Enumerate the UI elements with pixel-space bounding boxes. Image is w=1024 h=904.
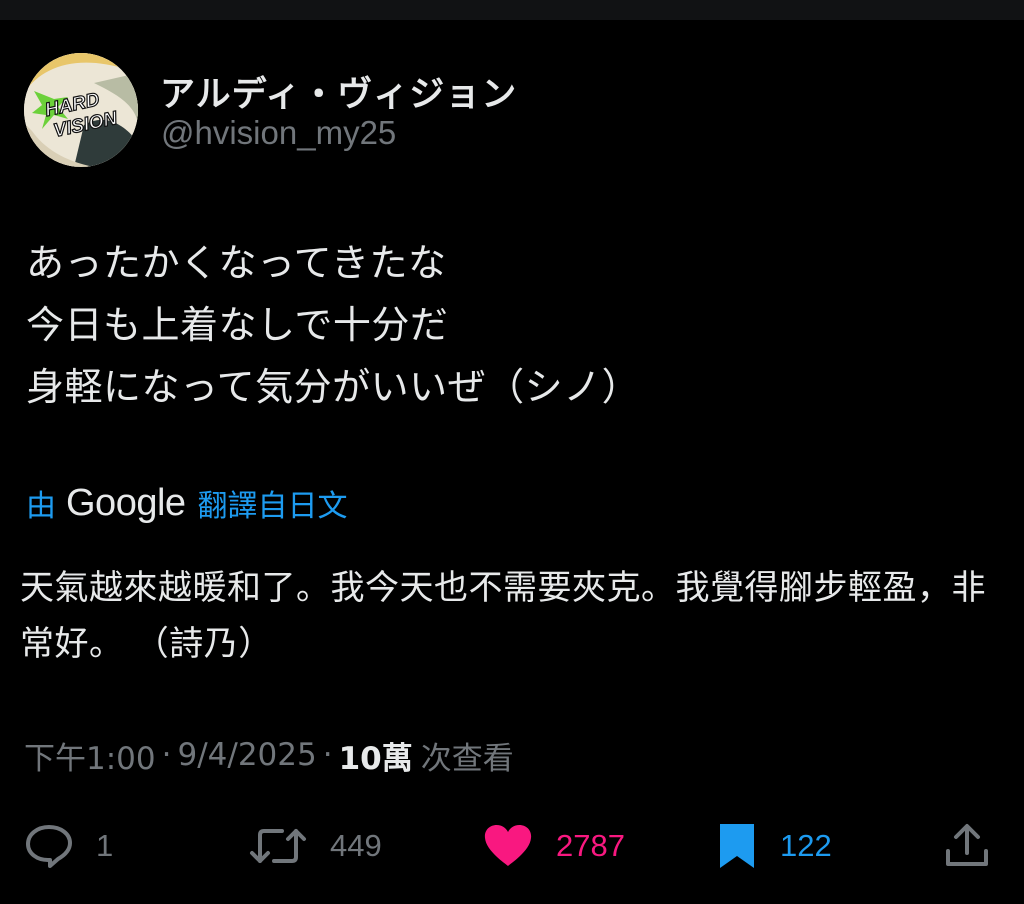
tweet-text: あったかくなってきたな 今日も上着なしで十分だ 身軽になって気分がいいぜ（シノ） — [26, 232, 640, 418]
heart-icon — [484, 825, 532, 866]
reply-button[interactable]: 1 — [24, 820, 113, 872]
tweet-text-line: 身軽になって気分がいいぜ（シノ） — [26, 365, 641, 409]
author-handle[interactable]: @hvision_my25 — [161, 114, 396, 152]
avatar-logo-image: HARD VISION — [24, 53, 138, 167]
retweet-icon — [250, 829, 306, 863]
like-count: 2787 — [556, 828, 625, 863]
like-button[interactable]: 2787 — [482, 820, 625, 872]
google-logo-text: Google — [66, 481, 186, 524]
tweet-meta: 下午1:00 · 9/4/2025 · 10萬 次查看 — [24, 733, 514, 777]
translated-from-link[interactable]: 翻譯自日文 — [198, 481, 348, 525]
meta-separator: · — [161, 737, 172, 773]
bookmark-icon — [720, 824, 754, 868]
status-strip — [0, 0, 1024, 20]
translated-by-label: 由 — [26, 489, 56, 524]
retweet-count: 449 — [330, 828, 382, 863]
avatar[interactable]: HARD VISION — [24, 53, 138, 167]
tweet-text-line: 今日も上着なしで十分だ — [26, 303, 449, 347]
translated-text: 天氣越來越暖和了。我今天也不需要夾克。我覺得腳步輕盈，非常好。 （詩乃） — [20, 568, 986, 664]
bookmark-count: 122 — [780, 828, 832, 863]
bookmark-button[interactable]: 122 — [716, 820, 832, 872]
author-display-name[interactable]: アルディ・ヴィジョン — [160, 66, 517, 117]
reply-count: 1 — [96, 828, 114, 863]
translation-attribution: 由 Google 翻譯自日文 — [26, 478, 348, 528]
share-icon — [946, 824, 988, 866]
share-button[interactable] — [942, 820, 992, 872]
tweet-date[interactable]: 9/4/2025 — [177, 737, 316, 773]
views-count: 10萬 — [338, 740, 413, 777]
meta-separator: · — [322, 737, 333, 773]
retweet-button[interactable]: 449 — [248, 820, 382, 872]
tweet-text-line: あったかくなってきたな — [26, 241, 447, 285]
reply-icon — [26, 825, 72, 868]
views-label: 次查看 — [420, 740, 514, 777]
tweet-time[interactable]: 下午1:00 — [24, 733, 156, 778]
